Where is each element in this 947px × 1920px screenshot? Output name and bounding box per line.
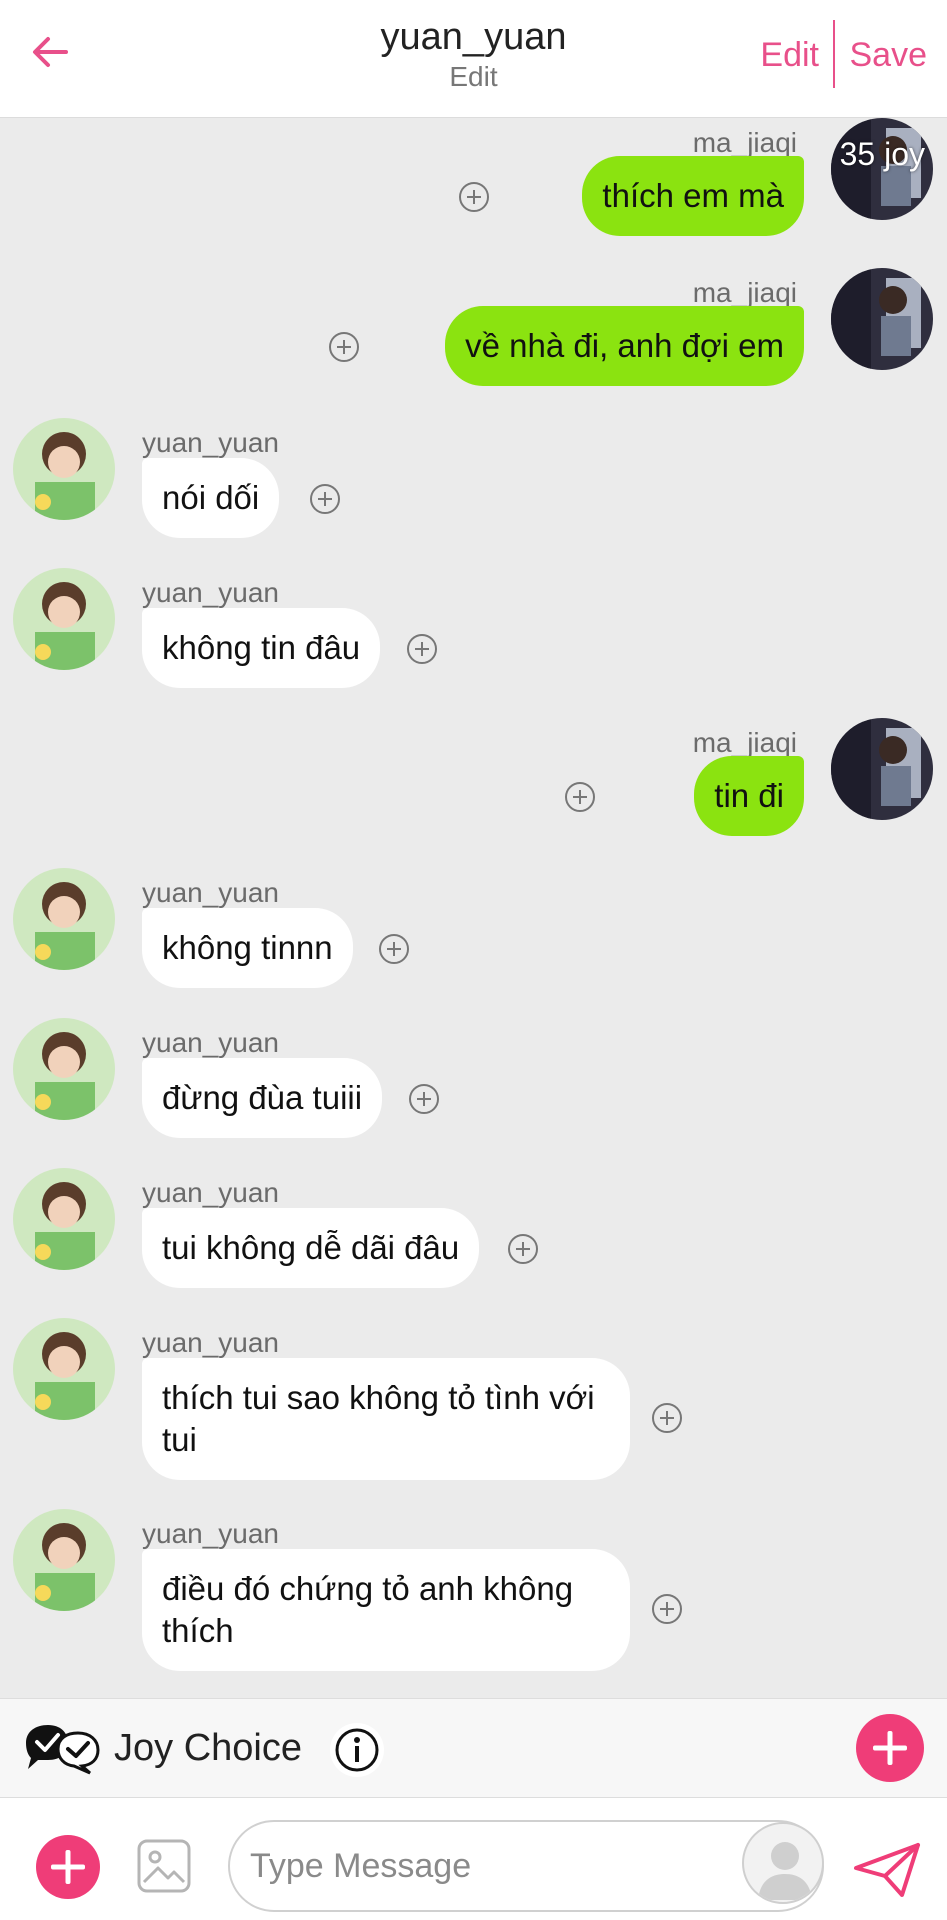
save-button[interactable]: Save [850, 36, 928, 75]
back-arrow-icon [33, 37, 68, 67]
avatar-ma-jiaqi[interactable] [831, 268, 933, 370]
add-reaction-icon[interactable] [409, 1084, 439, 1114]
avatar-ma-jiaqi[interactable]: 35 joy [831, 118, 933, 220]
avatar-yuan-yuan[interactable] [13, 1018, 115, 1120]
message-bubble[interactable]: về nhà đi, anh đợi em [445, 306, 804, 386]
avatar-yuan-yuan[interactable] [13, 1168, 115, 1270]
message-bubble[interactable]: thích tui sao không tỏ tình với tui [142, 1358, 630, 1480]
persona-icon[interactable] [742, 1822, 824, 1904]
sender-name: yuan_yuan [142, 1518, 280, 1549]
avatar-yuan-yuan[interactable] [13, 1318, 115, 1420]
sender-name: yuan_yuan [142, 427, 280, 458]
back-button[interactable] [28, 30, 72, 74]
message-bubble[interactable]: không tinnn [142, 908, 353, 988]
message-bubble[interactable]: thích em mà [582, 156, 804, 236]
send-icon[interactable] [852, 1842, 922, 1898]
edit-button[interactable]: Edit [760, 36, 819, 75]
add-reaction-icon[interactable] [379, 934, 409, 964]
avatar-yuan-yuan[interactable] [13, 568, 115, 670]
composer-bar [0, 1798, 947, 1920]
sender-name: yuan_yuan [142, 1177, 280, 1208]
add-reaction-icon[interactable] [329, 332, 359, 362]
joy-choice-label: Joy Choice [114, 1727, 302, 1769]
message-bubble[interactable]: tui không dễ dãi đâu [142, 1208, 480, 1288]
info-icon[interactable] [330, 1723, 384, 1777]
avatar-yuan-yuan[interactable] [13, 1509, 115, 1611]
sender-name: yuan_yuan [142, 1327, 280, 1358]
message-bubble[interactable]: không tin đâu [142, 608, 381, 688]
sender-name: yuan_yuan [142, 1027, 280, 1058]
sender-name: yuan_yuan [142, 877, 280, 908]
avatar-yuan-yuan[interactable] [13, 418, 115, 520]
add-reaction-icon[interactable] [565, 782, 595, 812]
message-bubble[interactable]: nói dối [142, 458, 280, 538]
chat-area[interactable]: ma_jiaqi thích em mà 35 joy ma_jiaqi về … [0, 118, 947, 1698]
joy-choice-icon [26, 1725, 100, 1775]
image-icon[interactable] [136, 1838, 192, 1894]
add-reaction-icon[interactable] [652, 1403, 682, 1433]
sender-name: ma_jiaqi [692, 277, 797, 308]
message-bubble[interactable]: điều đó chứng tỏ anh không thích [142, 1549, 630, 1671]
sender-name: yuan_yuan [142, 577, 280, 608]
avatar-yuan-yuan[interactable] [13, 868, 115, 970]
add-reaction-icon[interactable] [310, 484, 340, 514]
header: yuan_yuan Edit Edit Save [0, 0, 947, 118]
sender-name: ma_jiaqi [692, 727, 797, 758]
joy-badge: 35 joy [839, 136, 925, 172]
joy-choice-bar: Joy Choice [0, 1698, 947, 1798]
add-reaction-icon[interactable] [652, 1594, 682, 1624]
add-reaction-icon[interactable] [459, 182, 489, 212]
attach-plus-button[interactable] [36, 1835, 100, 1899]
message-input[interactable] [228, 1820, 824, 1912]
header-divider [833, 20, 835, 88]
message-bubble[interactable]: tin đi [694, 756, 804, 836]
add-reaction-icon[interactable] [508, 1234, 538, 1264]
add-reaction-icon[interactable] [407, 634, 437, 664]
sender-name: ma_jiaqi [692, 127, 797, 158]
avatar-ma-jiaqi[interactable] [831, 718, 933, 820]
joy-add-button[interactable] [856, 1714, 924, 1782]
message-bubble[interactable]: đừng đùa tuiii [142, 1058, 383, 1138]
